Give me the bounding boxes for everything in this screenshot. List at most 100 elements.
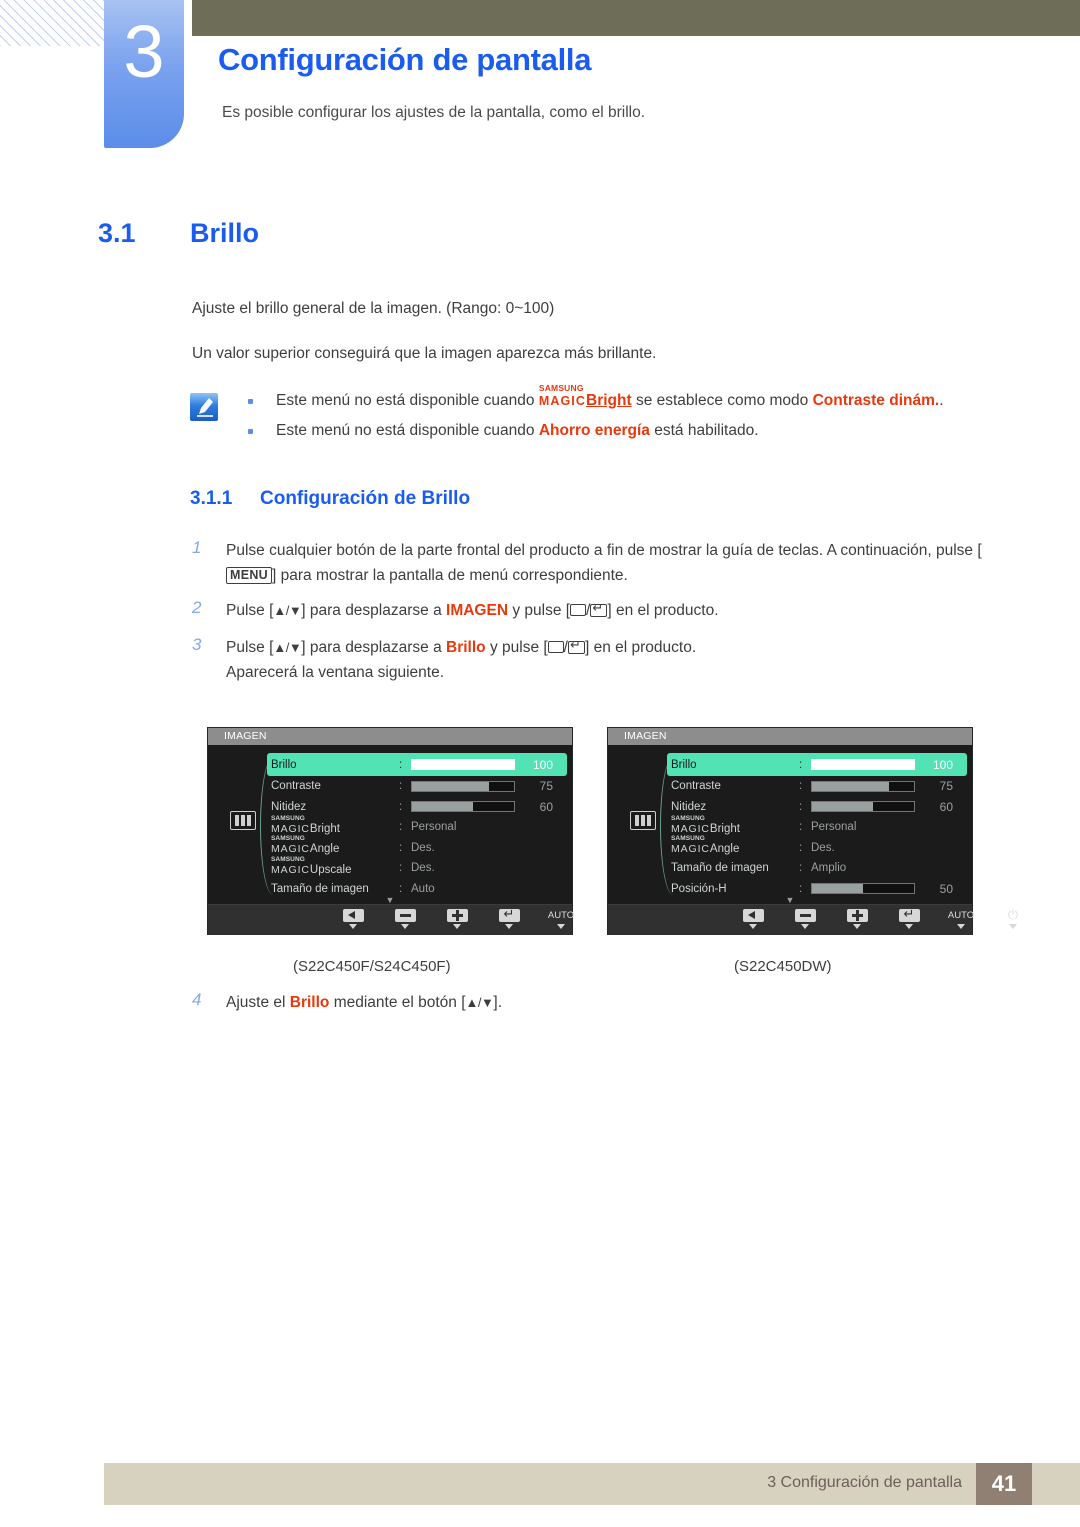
osd-row-value: 75 — [539, 779, 553, 794]
osd-colon: : — [799, 758, 803, 771]
enter-button-icon — [567, 641, 585, 654]
up-down-arrows-icon: ▲/▼ — [273, 603, 302, 618]
step-extra-text: Aparecerá la ventana siguiente. — [226, 664, 445, 682]
magic-main: MAGIC — [271, 822, 310, 835]
magic-main: MAGIC — [671, 822, 710, 835]
step-highlight: Brillo — [289, 994, 330, 1011]
osd-auto-button[interactable]: AUTO — [544, 908, 578, 929]
osd-slider[interactable] — [811, 780, 915, 792]
magic-superscript: SAMSUNG — [271, 835, 305, 842]
osd-power-button[interactable]: ⏻ — [996, 907, 1030, 929]
osd-minus-button[interactable] — [788, 908, 822, 929]
osd-enter-button[interactable] — [892, 906, 926, 929]
model-caption-right: (S22C450DW) — [734, 958, 832, 975]
magic-main: MAGIC — [271, 863, 310, 876]
osd-slider[interactable] — [411, 759, 515, 770]
osd-colon: : — [399, 758, 403, 771]
magic-suffix: Bright — [309, 822, 340, 835]
chevron-down-icon — [905, 924, 913, 929]
osd-colon: : — [799, 841, 803, 854]
chevron-down-icon — [853, 924, 861, 929]
magic-lockup: SAMSUNG MAGICAngle — [271, 835, 340, 856]
osd-plus-button[interactable] — [840, 908, 874, 929]
step-2: 2 Pulse [▲/▼] para desplazarse a IMAGEN … — [192, 598, 992, 623]
section-heading: 3.1 Brillo — [98, 218, 259, 249]
osd-body: Brillo : 100 Contraste : 75 Nitidez : 60… — [608, 745, 972, 905]
section-paragraph-1: Ajuste el brillo general de la imagen. (… — [192, 300, 555, 317]
step-text: Ajuste el Brillo mediante el botón [▲/▼]… — [226, 990, 992, 1015]
step-text-c: y pulse [ — [508, 602, 571, 619]
osd-row-value: 75 — [939, 779, 953, 794]
osd-row-value: 60 — [939, 799, 953, 814]
osd-row-label: Brillo — [671, 758, 697, 771]
osd-back-button[interactable] — [736, 908, 770, 929]
osd-menu-rows: Brillo : 100 Contraste : 75 Nitidez : 60… — [267, 753, 567, 899]
osd-slider[interactable] — [811, 759, 915, 770]
osd-row-magicbright[interactable]: SAMSUNG MAGICBright : Personal — [671, 815, 967, 838]
chevron-down-icon — [1009, 924, 1017, 929]
plus-icon — [446, 908, 468, 922]
osd-colon: : — [799, 780, 803, 793]
magic-superscript: SAMSUNG — [671, 814, 705, 822]
step-text-d: ] en el producto. — [584, 639, 697, 656]
osd-row-brillo[interactable]: Brillo : 100 — [667, 753, 967, 776]
osd-auto-button[interactable]: AUTO — [944, 908, 978, 929]
osd-enter-button[interactable] — [492, 906, 526, 929]
picture-bars-icon — [630, 811, 656, 830]
step-text-c: ]. — [493, 994, 503, 1011]
osd-row-value: 100 — [932, 757, 953, 772]
osd-slider[interactable] — [811, 801, 915, 813]
osd-row-label: Nitidez — [271, 800, 307, 813]
osd-colon: : — [799, 882, 803, 895]
magic-suffix: Angle — [309, 843, 340, 855]
chevron-down-icon — [505, 924, 513, 929]
osd-slider[interactable] — [411, 780, 515, 792]
osd-row-nitidez[interactable]: Nitidez : 60 — [671, 797, 967, 818]
osd-row-magicupscale[interactable]: SAMSUNG MAGICUpscale : Des. — [271, 856, 567, 879]
osd-minus-button[interactable] — [388, 908, 422, 929]
bullet-icon — [248, 399, 253, 404]
step-text-d: ] en el producto. — [607, 602, 719, 619]
osd-row-nitidez[interactable]: Nitidez : 60 — [271, 797, 567, 818]
magic-suffix: Bright — [709, 822, 740, 835]
osd-row-brillo[interactable]: Brillo : 100 — [267, 753, 567, 776]
osd-row-contraste[interactable]: Contraste : 75 — [671, 776, 967, 797]
page-number: 41 — [976, 1463, 1032, 1505]
step-1: 1 Pulse cualquier botón de la parte fron… — [192, 538, 992, 588]
header-bar — [192, 0, 1080, 36]
osd-row-tamano-imagen[interactable]: Tamaño de imagen : Amplio — [671, 858, 967, 879]
osd-plus-button[interactable] — [440, 908, 474, 929]
osd-row-value: 100 — [532, 757, 553, 772]
osd-auto-label: AUTO — [947, 909, 975, 921]
osd-row-label: SAMSUNG MAGICBright — [671, 815, 799, 836]
step-4: 4 Ajuste el Brillo mediante el botón [▲/… — [192, 990, 992, 1015]
note-item: Este menú no está disponible cuando SAMS… — [240, 384, 1030, 410]
step-text-a: Pulse cualquier botón de la parte fronta… — [226, 542, 982, 559]
note-highlight: Ahorro energía — [538, 422, 650, 439]
magic-suffix: Angle — [709, 843, 740, 855]
step-number: 2 — [192, 598, 202, 617]
osd-back-button[interactable] — [336, 908, 370, 929]
osd-row-label: Nitidez — [671, 800, 707, 813]
osd-slider[interactable] — [811, 883, 915, 895]
osd-row-magicbright[interactable]: SAMSUNG MAGICBright : Personal — [271, 815, 567, 838]
osd-colon: : — [799, 800, 803, 813]
picture-bars-icon — [230, 811, 256, 830]
osd-row-magicangle[interactable]: SAMSUNG MAGICAngle : Des. — [671, 835, 967, 859]
note-text-pre: Este menú no está disponible cuando — [276, 422, 539, 439]
chevron-down-icon — [801, 924, 809, 929]
step-text: Pulse cualquier botón de la parte fronta… — [226, 538, 992, 588]
chevron-down-icon — [349, 924, 357, 929]
section-number: 3.1 — [98, 218, 136, 248]
osd-slider[interactable] — [411, 801, 515, 813]
chevron-down-icon — [557, 924, 565, 929]
osd-row-label: Tamaño de imagen — [671, 862, 769, 875]
osd-row-contraste[interactable]: Contraste : 75 — [271, 776, 567, 797]
step-text: Pulse [▲/▼] para desplazarse a Brillo y … — [226, 635, 992, 685]
magic-lockup: SAMSUNG MAGICAngle — [671, 835, 740, 856]
magic-superscript: SAMSUNG — [538, 383, 584, 393]
step-number: 3 — [192, 635, 202, 654]
footer-chapter-label: 3 Configuración de pantalla — [767, 1474, 962, 1491]
osd-row-magicangle[interactable]: SAMSUNG MAGICAngle : Des. — [271, 835, 567, 859]
osd-row-label: Posición-H — [671, 882, 727, 895]
